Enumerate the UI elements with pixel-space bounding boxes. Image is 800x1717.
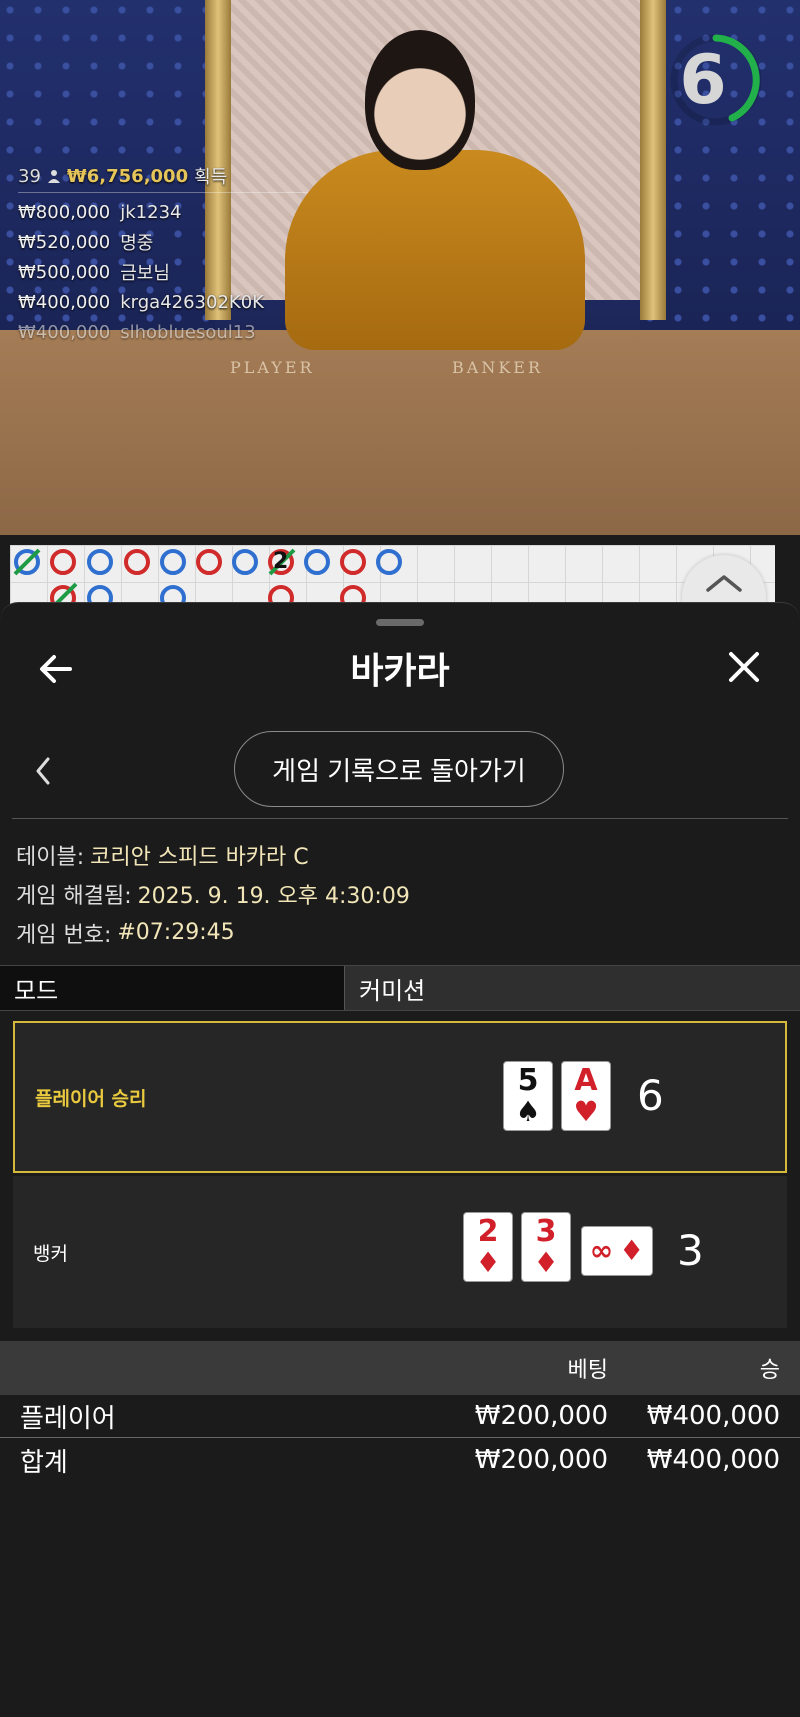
- meta-resolved-value: 2025. 9. 19. 오후 4:30:09: [137, 883, 410, 909]
- divider: [12, 818, 788, 819]
- sheet-header: 바카라: [0, 633, 800, 703]
- winner-amount: ₩400,000: [18, 321, 111, 343]
- winner-amount: ₩500,000: [18, 261, 111, 283]
- countdown-timer: 6: [679, 40, 727, 120]
- winners-summary: 39 ₩6,756,000 획득: [18, 162, 308, 193]
- winners-count: 39: [18, 165, 41, 187]
- heart-icon: ♥: [573, 1095, 599, 1128]
- banker-hand-label: 뱅커: [33, 1242, 68, 1265]
- video-pillar-right: [640, 0, 666, 320]
- road-marker-number: 2: [273, 549, 289, 574]
- mode-label: 모드: [0, 966, 345, 1010]
- road-player-cell: [160, 549, 186, 575]
- sheet-grabber[interactable]: [376, 619, 424, 626]
- winner-amount: ₩400,000: [18, 291, 111, 313]
- meta-game-number: 게임 번호: #07:29:45: [16, 913, 410, 952]
- history-nav: 게임 기록으로 돌아가기: [0, 731, 800, 811]
- winner-amount: ₩800,000: [18, 201, 111, 223]
- meta-resolved: 게임 해결됨: 2025. 9. 19. 오후 4:30:09: [16, 874, 410, 913]
- playing-card: 3 ♦: [521, 1212, 571, 1282]
- meta-game-number-label: 게임 번호:: [16, 922, 112, 948]
- road-player-cell: [376, 549, 402, 575]
- table-label-banker: BANKER: [452, 358, 543, 377]
- playing-card-sideways: ∞ ♦: [581, 1226, 653, 1276]
- mode-bar: 모드 커미션: [0, 965, 800, 1011]
- playing-card: 2 ♦: [463, 1212, 513, 1282]
- sheet-title: 바카라: [350, 651, 450, 692]
- banker-hand: 뱅커 2 ♦ 3 ♦ ∞ ♦ 3: [13, 1176, 787, 1328]
- road-player-cell: [87, 549, 113, 575]
- road-player-cell: [304, 549, 330, 575]
- total-win: ₩400,000: [646, 1445, 780, 1475]
- player-hand-label: 플레이어 승리: [35, 1087, 147, 1110]
- player-hand: 플레이어 승리 5 ♠ A ♥ 6: [13, 1021, 787, 1173]
- baccarat-table: [0, 330, 800, 535]
- winners-panel: 39 ₩6,756,000 획득 ₩800,000 jk1234 ₩520,00…: [18, 162, 308, 347]
- dealer-head: [365, 30, 475, 170]
- road-banker-cell: [340, 549, 366, 575]
- meta-game-number-value: #07:29:45: [117, 920, 235, 945]
- meta-table: 테이블: 코리안 스피드 바카라 C: [16, 835, 410, 874]
- winner-name: jk1234: [120, 201, 182, 223]
- winners-total: ₩6,756,000: [66, 165, 189, 187]
- diamond-icon: ♦: [475, 1246, 501, 1279]
- table-label-player: PLAYER: [230, 358, 315, 377]
- total-label: 합계: [20, 1447, 68, 1478]
- banker-score: 3: [677, 1226, 704, 1275]
- card-rank: 2: [477, 1214, 499, 1249]
- bets-header-win: 승: [759, 1358, 780, 1383]
- meta-resolved-label: 게임 해결됨:: [16, 883, 132, 909]
- card-rank: A: [574, 1063, 598, 1098]
- winner-name: 명중: [120, 233, 154, 254]
- chevron-up-icon: [706, 575, 742, 592]
- winner-name: krga426302K0K: [120, 291, 264, 313]
- winner-name: 금보님: [120, 263, 170, 284]
- chevron-left-icon[interactable]: [30, 751, 54, 791]
- bead-road[interactable]: 2: [10, 545, 775, 605]
- back-arrow-icon[interactable]: [36, 649, 76, 689]
- diamond-icon: ♦: [533, 1246, 559, 1279]
- road-banker-cell: [196, 549, 222, 575]
- game-meta: 테이블: 코리안 스피드 바카라 C 게임 해결됨: 2025. 9. 19. …: [16, 835, 410, 952]
- mode-value: 커미션: [345, 966, 800, 1010]
- meta-table-value: 코리안 스피드 바카라 C: [90, 844, 309, 870]
- road-banker-cell: [50, 549, 76, 575]
- game-history-sheet: 바카라 게임 기록으로 돌아가기 테이블: 코리안 스피드 바카라 C 게임 해…: [0, 602, 800, 1717]
- winner-row: ₩400,000 krga426302K0K: [18, 287, 308, 317]
- player-score: 6: [637, 1071, 664, 1120]
- road-banker-cell: [124, 549, 150, 575]
- total-row: 합계 ₩200,000 ₩400,000: [0, 1439, 800, 1481]
- bets-header-bet: 베팅: [567, 1358, 608, 1383]
- meta-table-label: 테이블:: [16, 844, 85, 870]
- winner-name: slhobluesoul13: [120, 321, 256, 343]
- user-icon: [47, 170, 60, 183]
- back-to-history-button[interactable]: 게임 기록으로 돌아가기: [234, 731, 564, 807]
- spade-icon: ♠: [515, 1095, 541, 1128]
- bet-amount: ₩200,000: [474, 1401, 608, 1431]
- playing-card: 5 ♠: [503, 1061, 553, 1131]
- dealer: [285, 150, 585, 350]
- total-bet: ₩200,000: [474, 1445, 608, 1475]
- card-rank: ∞: [589, 1234, 614, 1267]
- winner-row: ₩520,000 명중: [18, 227, 308, 257]
- card-rank: 3: [535, 1214, 557, 1249]
- live-video: PLAYER BANKER 6 39 ₩6,756,000 획득 ₩800,00…: [0, 0, 800, 535]
- bet-name: 플레이어: [20, 1403, 116, 1434]
- winner-row: ₩500,000 금보님: [18, 257, 308, 287]
- winner-row: ₩400,000 slhobluesoul13: [18, 317, 308, 347]
- road-player-cell: [232, 549, 258, 575]
- card-rank: 5: [517, 1063, 539, 1098]
- win-amount: ₩400,000: [646, 1401, 780, 1431]
- table-row: 플레이어 ₩200,000 ₩400,000: [0, 1395, 800, 1438]
- bets-header: 베팅 승: [0, 1341, 800, 1395]
- close-icon[interactable]: [724, 647, 764, 687]
- playing-card: A ♥: [561, 1061, 611, 1131]
- winners-suffix: 획득: [194, 167, 228, 188]
- winner-amount: ₩520,000: [18, 231, 111, 253]
- diamond-icon: ♦: [619, 1234, 645, 1267]
- winner-row: ₩800,000 jk1234: [18, 197, 308, 227]
